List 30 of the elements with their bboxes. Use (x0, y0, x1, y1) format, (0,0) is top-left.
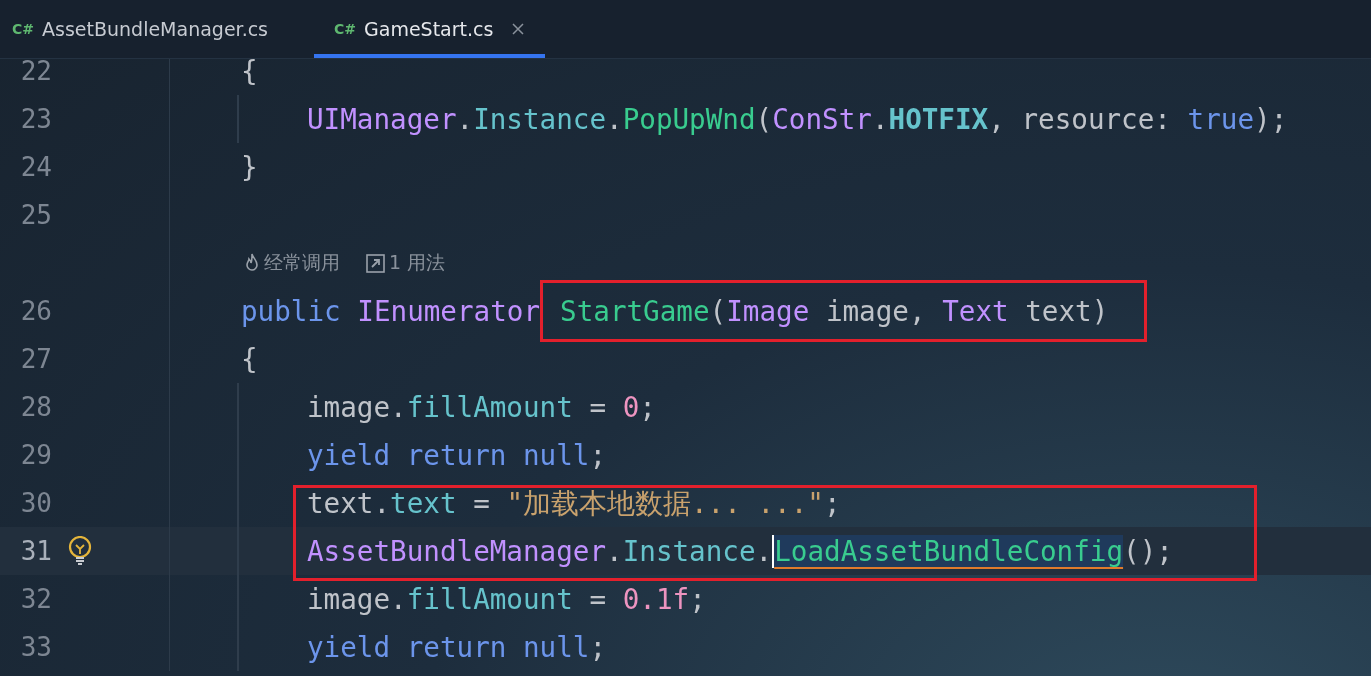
line-number: 22 (19, 56, 52, 86)
line-number: 29 (19, 440, 52, 470)
line-number: 33 (19, 632, 52, 662)
file-tab[interactable]: C# GameStart.cs (314, 0, 546, 58)
code-line: UIManager.Instance.PopUpWnd(ConStr.HOTFIX, resource: true); (307, 102, 1288, 136)
line-number: 26 (19, 296, 52, 326)
code-line: yield return null; (307, 630, 607, 664)
code-line: yield return null; (307, 438, 607, 472)
line-number: 28 (19, 392, 52, 422)
code-line: image.fillAmount = 0; (307, 390, 656, 424)
code-line: } (241, 150, 258, 184)
code-hint: 经常调用 (264, 250, 340, 275)
jump-to-icon (366, 253, 385, 273)
code-line: public IEnumerator (241, 294, 541, 328)
line-number: 31 (19, 536, 52, 566)
code-hint[interactable]: 1 用法 (389, 250, 446, 276)
code-line: { (241, 342, 258, 376)
code-line: StartGame(Image image, Text text) (560, 294, 1109, 328)
close-icon[interactable] (511, 22, 526, 36)
line-number: 24 (19, 152, 52, 182)
code-line: image.fillAmount = 0.1f; (307, 582, 706, 616)
line-number: 25 (19, 200, 52, 230)
line-number: 32 (19, 584, 52, 614)
code-line: AssetBundleManager.Instance.LoadAssetBundleConfig(); (307, 534, 1173, 568)
lightbulb-icon[interactable] (68, 536, 92, 566)
flame-icon (244, 253, 260, 273)
line-number: 30 (19, 488, 52, 518)
line-number: 23 (19, 104, 52, 134)
code-line: text.text = "加载本地数据... ..."; (307, 485, 841, 522)
line-number: 27 (19, 344, 52, 374)
